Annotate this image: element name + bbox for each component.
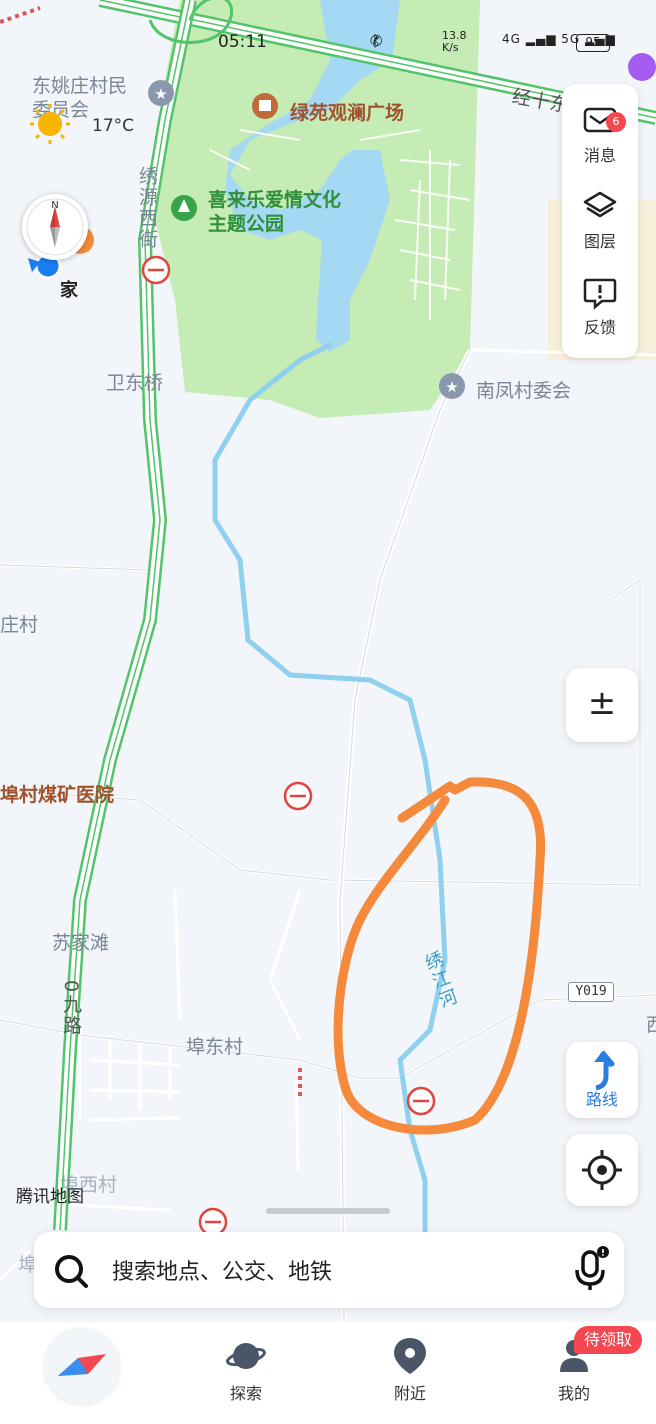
temperature: 17°C [92, 116, 135, 136]
nav-nearby[interactable]: 附近 [360, 1322, 460, 1424]
signal-4g: 4G [502, 32, 521, 46]
nav-explore[interactable]: 探索 [196, 1322, 296, 1424]
net-speed: 13.8 K/s [442, 30, 467, 54]
svg-text:★: ★ [154, 85, 167, 103]
road-sign-y019: Y019 [568, 982, 614, 1002]
reward-badge[interactable]: 待领取 [574, 1326, 643, 1354]
feedback-icon [583, 278, 617, 310]
poi-park-icon [171, 195, 197, 221]
label-west-edge: 西 [646, 1014, 656, 1036]
messages-label: 消息 [583, 146, 616, 165]
map-watermark: 腾讯地图 [16, 1187, 84, 1207]
status-time: 05:11 [218, 32, 267, 52]
bluetooth-icon: ᛒ [372, 32, 388, 50]
label-fudong-village: 埠东村 [186, 1036, 244, 1058]
tool-panel: 6 消息 图层 反馈 [562, 84, 638, 358]
label-lvyuan-square[interactable]: 绿苑观澜广场 [290, 98, 404, 125]
label-weidong-bridge: 卫东桥 [106, 372, 164, 394]
route-label: 路线 [585, 1090, 618, 1109]
weather-widget[interactable]: 17°C [26, 104, 134, 152]
layers-button[interactable]: 图层 [562, 178, 638, 258]
zoom-button[interactable]: ± [566, 668, 638, 742]
label-nanfeng-village[interactable]: 南凤村委会 [476, 376, 571, 403]
messages-button[interactable]: 6 消息 [562, 92, 638, 172]
label-road-09: 0九路 [60, 980, 82, 1037]
label-zhuangcun: 庄村 [0, 614, 39, 636]
sun-icon [30, 104, 70, 144]
search-bar[interactable]: 搜索地点、公交、地铁 [34, 1232, 624, 1308]
microphone-icon[interactable] [572, 1246, 612, 1294]
route-button[interactable]: 路线 [566, 1042, 638, 1118]
label-home[interactable]: 家 [60, 276, 78, 302]
feedback-button[interactable]: 反馈 [562, 264, 638, 344]
locate-button[interactable] [566, 1134, 638, 1206]
net-speed-unit: K/s [442, 41, 459, 54]
location-pin-icon [394, 1338, 426, 1374]
tencent-map-logo-icon [58, 1354, 106, 1376]
label-sujiatan: 苏家滩 [52, 932, 110, 954]
nav-mine-label: 我的 [557, 1384, 590, 1403]
nav-explore-label: 探索 [229, 1384, 262, 1403]
compass-button[interactable]: N [22, 194, 88, 260]
status-bar: 05:11 ✆ ᛒ 13.8 K/s 4G ▂▄▆ 5G ▂▄▆ 95 [0, 30, 656, 58]
battery-icon: 95 [576, 34, 610, 52]
search-icon [55, 1255, 88, 1288]
svg-text:★: ★ [445, 378, 458, 396]
messages-badge: 6 [606, 112, 626, 132]
layers-icon [583, 191, 617, 218]
nav-nearby-label: 附近 [393, 1384, 426, 1403]
search-placeholder[interactable]: 搜索地点、公交、地铁 [112, 1254, 332, 1286]
compass-north: N [51, 200, 58, 211]
drag-handle[interactable] [266, 1208, 390, 1214]
locate-icon [582, 1150, 622, 1190]
compass-icon: N [26, 198, 84, 256]
feedback-label: 反馈 [583, 318, 616, 337]
label-xilaile-park[interactable]: 喜来乐爱情文化主题公园 [208, 188, 348, 236]
poi-square-icon [252, 93, 278, 119]
nav-home-button[interactable] [44, 1328, 120, 1404]
label-xiuyuan-west-street: 绣源西街 [136, 166, 158, 250]
planet-icon [226, 1343, 266, 1369]
bottom-nav: 探索 附近 我的 [0, 1322, 656, 1424]
layers-label: 图层 [583, 232, 616, 251]
label-fucun-hospital[interactable]: 埠村煤矿医院 [0, 780, 114, 807]
